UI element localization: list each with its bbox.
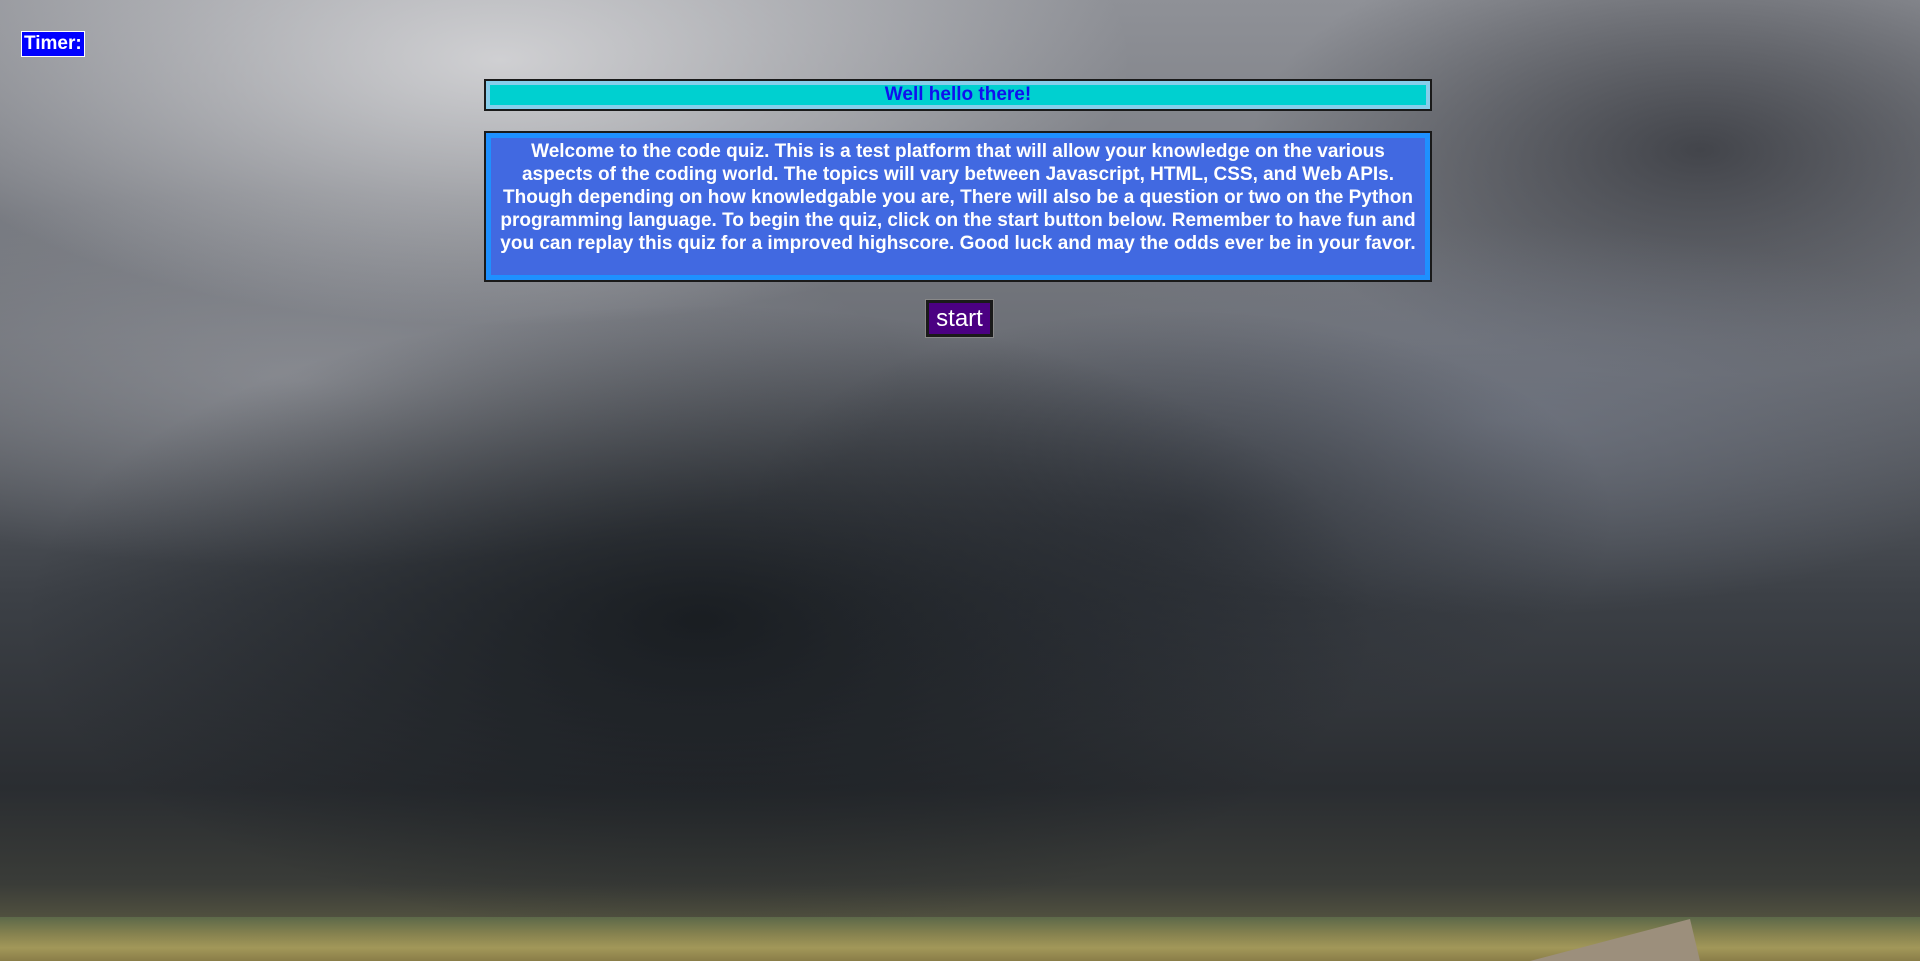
intro-text: Welcome to the code quiz. This is a test… xyxy=(491,138,1425,275)
start-button[interactable]: start xyxy=(925,299,994,338)
intro-panel: Welcome to the code quiz. This is a test… xyxy=(484,131,1432,282)
page-title: Well hello there! xyxy=(490,85,1426,105)
page-background: Timer: Well hello there! Welcome to the … xyxy=(0,0,1920,961)
header-banner: Well hello there! xyxy=(484,79,1432,111)
timer-label: Timer: xyxy=(21,31,85,57)
road xyxy=(1530,919,1700,961)
